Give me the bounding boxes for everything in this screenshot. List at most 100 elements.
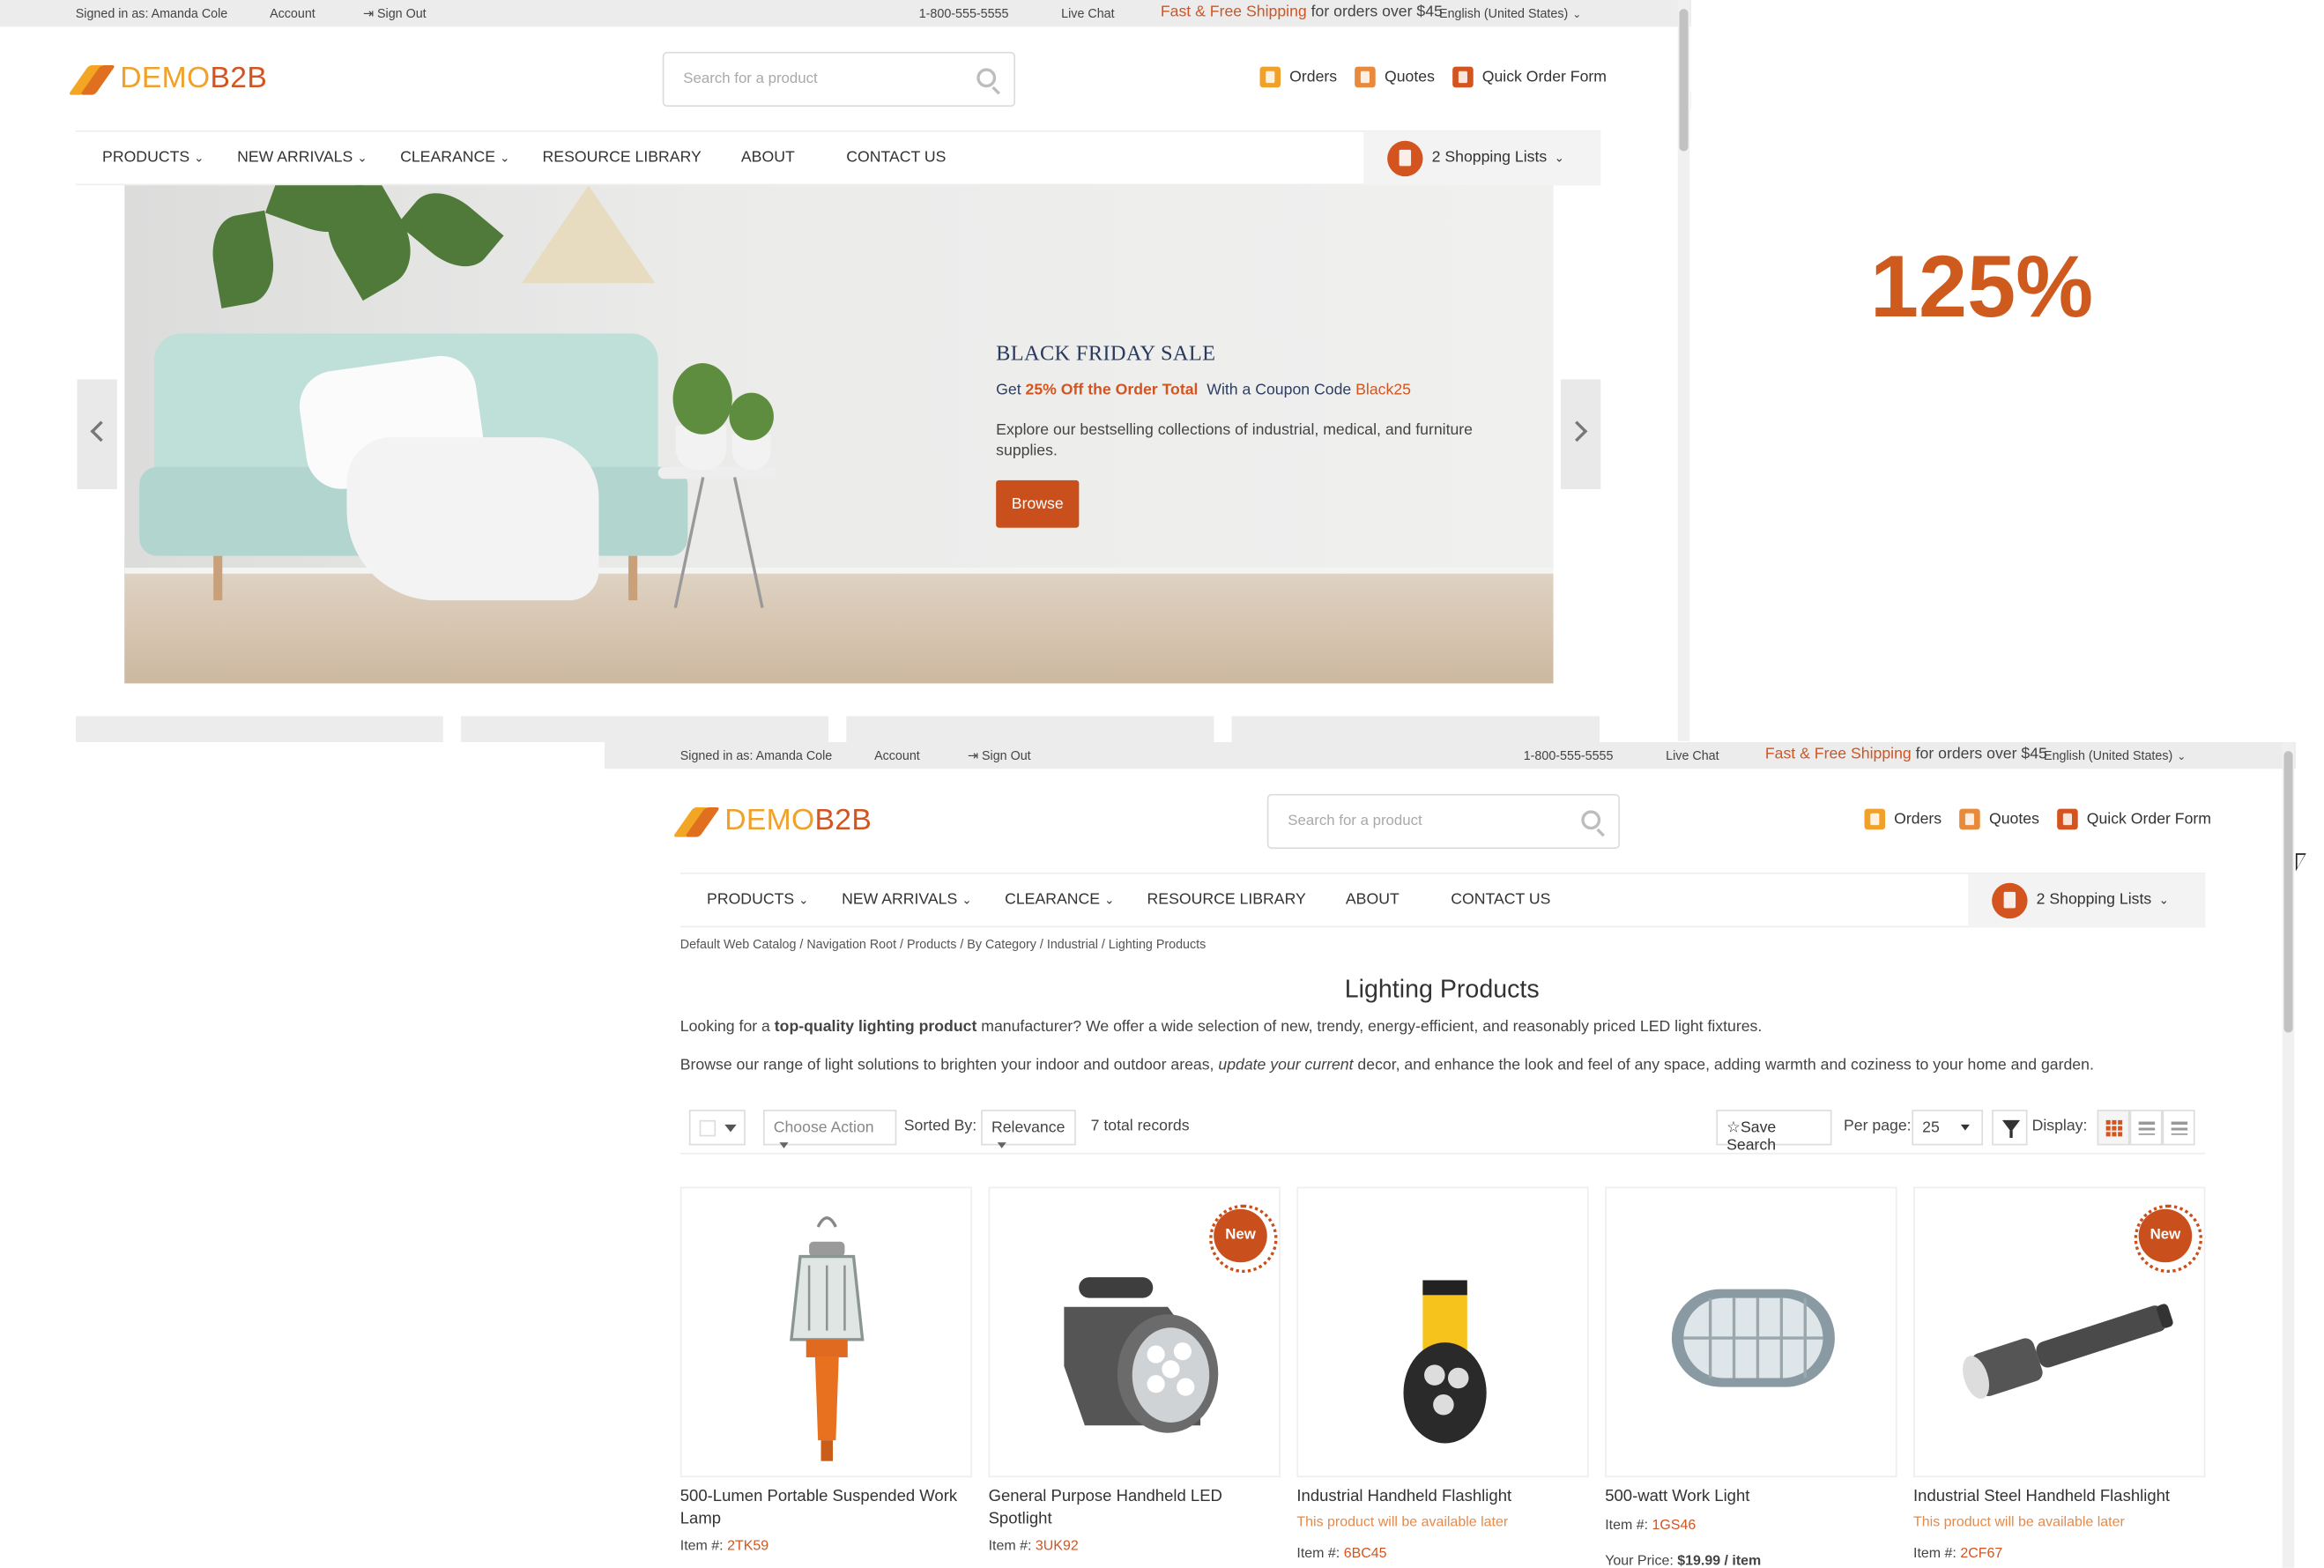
quick-links: Orders Quotes Quick Order Form bbox=[1846, 808, 2211, 830]
search-placeholder: Search for a product bbox=[1288, 813, 1422, 830]
listing-toolbar: Choose Action Sorted By: Relevance 7 tot… bbox=[679, 1104, 2206, 1155]
search-icon[interactable] bbox=[1581, 810, 1601, 830]
quotes-link[interactable]: Quotes bbox=[1959, 808, 2039, 830]
sign-out-link[interactable]: ⇥ Sign Out bbox=[968, 748, 1031, 764]
save-search-button[interactable]: ☆Save Search bbox=[1716, 1110, 1832, 1155]
choose-action-select[interactable]: Choose Action bbox=[762, 1110, 897, 1149]
nav-clearance[interactable]: CLEARANCE ⌄ bbox=[400, 148, 509, 166]
nav-contact-us[interactable]: CONTACT US bbox=[1451, 890, 1550, 908]
quick-order-link[interactable]: Quick Order Form bbox=[1452, 66, 1607, 88]
per-page-select[interactable]: 25 bbox=[1912, 1110, 1984, 1146]
product-price: Your Price: $19.99 / item bbox=[1605, 1552, 1762, 1568]
display-label: Display: bbox=[2031, 1117, 2088, 1135]
language-selector[interactable]: English (United States) ⌄ bbox=[2044, 748, 2186, 763]
list-view-icon bbox=[2138, 1121, 2156, 1135]
product-card-image[interactable] bbox=[1296, 1186, 1589, 1478]
chevron-left-icon bbox=[90, 420, 112, 442]
carousel-prev-button[interactable] bbox=[77, 379, 117, 489]
category-tile[interactable] bbox=[1231, 716, 1600, 742]
product-name[interactable]: 500-watt Work Light bbox=[1605, 1486, 1897, 1508]
quick-links: Orders Quotes Quick Order Form bbox=[1242, 66, 1607, 88]
logo-text: DEMOB2B bbox=[724, 803, 872, 836]
browse-button[interactable]: Browse bbox=[996, 479, 1080, 528]
product-card-image[interactable] bbox=[679, 1186, 973, 1478]
compact-view-button[interactable] bbox=[2162, 1110, 2195, 1146]
live-chat-link[interactable]: Live Chat bbox=[1666, 748, 1719, 763]
nav-products[interactable]: PRODUCTS ⌄ bbox=[707, 890, 808, 908]
filter-icon bbox=[2001, 1119, 2021, 1139]
availability-note: This product will be available later bbox=[1296, 1514, 1509, 1531]
search-icon[interactable] bbox=[976, 68, 997, 88]
account-link[interactable]: Account bbox=[270, 6, 316, 21]
product-card-image[interactable]: New bbox=[988, 1186, 1281, 1478]
carousel-next-button[interactable] bbox=[1560, 379, 1601, 489]
site-logo[interactable]: DEMOB2B bbox=[68, 59, 268, 98]
live-chat-link[interactable]: Live Chat bbox=[1061, 6, 1114, 21]
search-placeholder: Search for a product bbox=[683, 71, 818, 88]
caret-down-icon bbox=[1960, 1125, 1970, 1131]
site-logo[interactable]: DEMOB2B bbox=[672, 801, 872, 840]
logo-mark-icon bbox=[672, 801, 721, 840]
chevron-right-icon bbox=[1566, 420, 1588, 442]
nav-products[interactable]: PRODUCTS ⌄ bbox=[102, 148, 204, 166]
orders-link[interactable]: Orders bbox=[1864, 808, 1942, 830]
quick-order-icon bbox=[2057, 808, 2078, 830]
quotes-icon bbox=[1355, 66, 1376, 88]
breadcrumb[interactable]: Default Web Catalog / Navigation Root / … bbox=[680, 936, 1206, 951]
cursor-icon bbox=[2295, 853, 2306, 872]
filter-button[interactable] bbox=[1992, 1110, 2028, 1146]
lamp-shade-image bbox=[521, 185, 656, 284]
product-item-number: Item #: 3UK92 bbox=[988, 1538, 1079, 1555]
product-item-number: Item #: 1GS46 bbox=[1605, 1517, 1697, 1535]
account-link[interactable]: Account bbox=[874, 748, 920, 763]
phone-number: 1-800-555-5555 bbox=[918, 5, 1009, 21]
search-input[interactable]: Search for a product bbox=[1266, 793, 1621, 850]
nav-new-arrivals[interactable]: NEW ARRIVALS ⌄ bbox=[842, 890, 971, 908]
product-name[interactable]: Industrial Handheld Flashlight bbox=[1296, 1486, 1588, 1508]
orders-icon bbox=[1864, 808, 1886, 830]
nav-about[interactable]: ABOUT bbox=[1346, 890, 1400, 908]
product-card-image[interactable]: New bbox=[1913, 1186, 2206, 1478]
quick-order-link[interactable]: Quick Order Form bbox=[2057, 808, 2211, 830]
select-all-checkbox[interactable] bbox=[688, 1110, 746, 1146]
orders-link[interactable]: Orders bbox=[1259, 66, 1337, 88]
language-selector[interactable]: English (United States) ⌄ bbox=[1439, 6, 1581, 21]
grid-view-button[interactable] bbox=[2097, 1110, 2130, 1146]
product-name[interactable]: General Purpose Handheld LED Spotlight bbox=[989, 1486, 1281, 1530]
sort-select[interactable]: Relevance bbox=[981, 1110, 1076, 1149]
chevron-down-icon: ⌄ bbox=[798, 893, 809, 907]
nav-about[interactable]: ABOUT bbox=[741, 148, 795, 166]
nav-resource-library[interactable]: RESOURCE LIBRARY bbox=[543, 148, 702, 166]
new-badge: New bbox=[2134, 1204, 2202, 1274]
shopping-lists-button[interactable]: 2 Shopping Lists ⌄ bbox=[1968, 873, 2206, 928]
grid-view-icon bbox=[2105, 1119, 2123, 1137]
nav-new-arrivals[interactable]: NEW ARRIVALS ⌄ bbox=[237, 148, 367, 166]
scrollbar[interactable] bbox=[1677, 0, 1690, 741]
product-card-image[interactable] bbox=[1605, 1186, 1897, 1478]
logo-text: DEMOB2B bbox=[120, 61, 268, 94]
product-name[interactable]: 500-Lumen Portable Suspended Work Lamp bbox=[680, 1486, 972, 1530]
list-view-button[interactable] bbox=[2129, 1110, 2163, 1146]
sign-out-link[interactable]: ⇥ Sign Out bbox=[363, 6, 427, 22]
category-tile[interactable] bbox=[461, 716, 829, 742]
caret-down-icon bbox=[997, 1142, 1006, 1149]
homepage-window: Signed in as: Amanda Cole Account ⇥ Sign… bbox=[0, 0, 1691, 742]
quotes-link[interactable]: Quotes bbox=[1355, 66, 1435, 88]
scrollbar[interactable] bbox=[2282, 742, 2295, 1568]
hero-description: Explore our bestselling collections of i… bbox=[996, 420, 1474, 460]
per-page-label: Per page: bbox=[1843, 1117, 1912, 1135]
product-item-number: Item #: 2TK59 bbox=[679, 1538, 769, 1555]
zoom-level-label: 125% bbox=[1870, 237, 2094, 335]
nav-resource-library[interactable]: RESOURCE LIBRARY bbox=[1147, 890, 1306, 908]
caret-down-icon[interactable] bbox=[724, 1124, 737, 1133]
shopping-lists-button[interactable]: 2 Shopping Lists ⌄ bbox=[1363, 131, 1601, 186]
product-name[interactable]: Industrial Steel Handheld Flashlight bbox=[1913, 1486, 2205, 1508]
availability-note: This product will be available later bbox=[1913, 1514, 2125, 1531]
chevron-down-icon: ⌄ bbox=[500, 151, 510, 165]
search-input[interactable]: Search for a product bbox=[662, 51, 1016, 108]
shopping-list-icon bbox=[1387, 140, 1423, 177]
category-tile[interactable] bbox=[75, 716, 443, 742]
nav-clearance[interactable]: CLEARANCE ⌄ bbox=[1005, 890, 1114, 908]
category-tile[interactable] bbox=[846, 716, 1214, 742]
nav-contact-us[interactable]: CONTACT US bbox=[846, 148, 946, 166]
